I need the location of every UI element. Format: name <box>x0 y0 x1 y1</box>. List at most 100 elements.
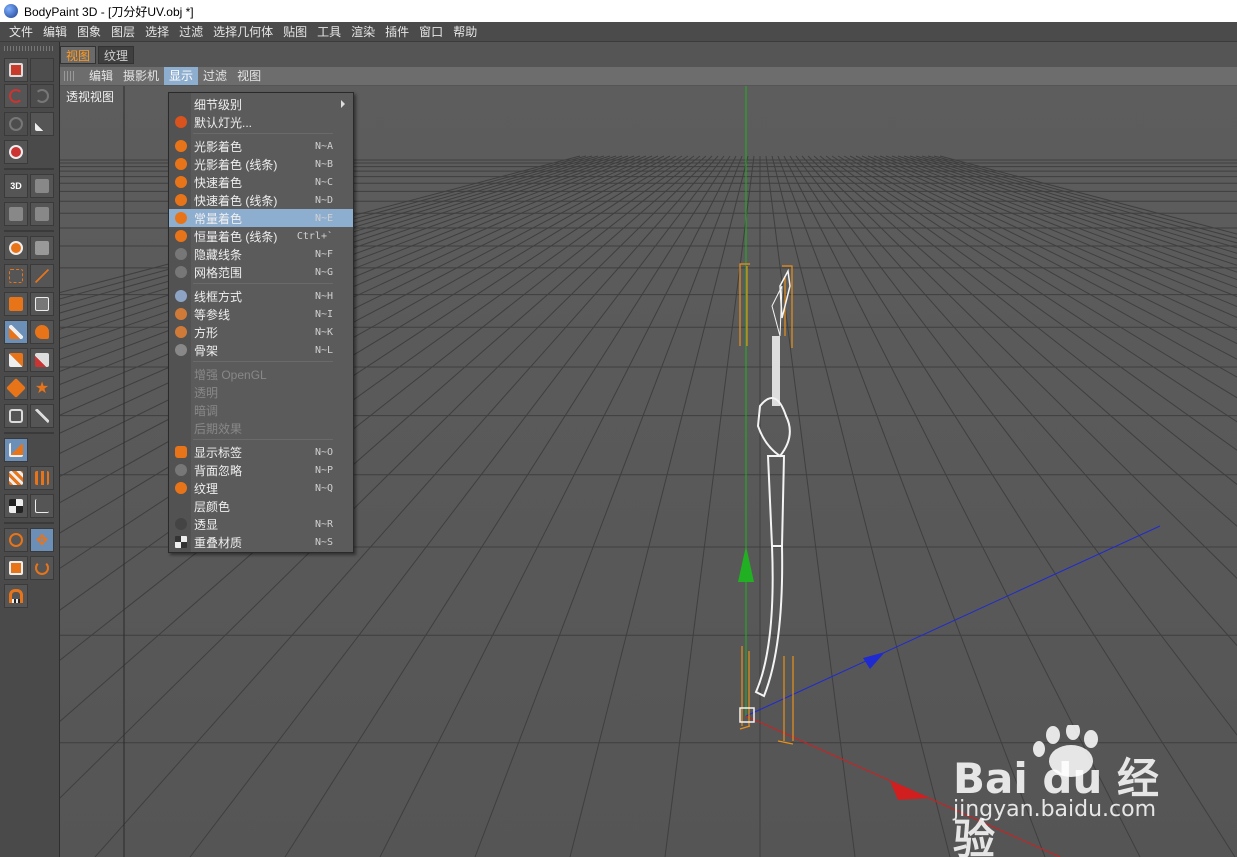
menu-item-shortcut: N~H <box>314 290 333 302</box>
zoom-icon[interactable] <box>4 236 28 260</box>
quick-lines-icon <box>175 194 187 206</box>
star-icon[interactable]: ★ <box>30 376 54 400</box>
move-tool-icon[interactable]: ✥ <box>30 528 54 552</box>
sharpen-icon[interactable] <box>30 404 54 428</box>
viewport-menubar-grip[interactable] <box>64 71 76 81</box>
viewport-menu-filter[interactable]: 过滤 <box>198 67 232 85</box>
layer-icon[interactable] <box>4 58 28 82</box>
menu-file[interactable]: 文件 <box>4 22 38 42</box>
menu-image[interactable]: 图象 <box>72 22 106 42</box>
texture-view-icon[interactable] <box>30 236 54 260</box>
main-menubar: 文件 编辑 图象 图层 选择 过滤 选择几何体 贴图 工具 渲染 插件 窗口 帮… <box>0 22 1237 42</box>
menu-separator <box>193 133 333 134</box>
wireframe-icon <box>175 290 187 302</box>
paint-brush-icon[interactable] <box>4 320 28 344</box>
display-menu-item[interactable]: 线框方式 N~H <box>169 287 353 305</box>
menu-select-geometry[interactable]: 选择几何体 <box>208 22 278 42</box>
display-menu-item[interactable]: 默认灯光... <box>169 113 353 131</box>
fill-bucket-icon[interactable] <box>4 376 28 400</box>
eye-icon <box>175 446 187 458</box>
viewport-menu-view[interactable]: 视图 <box>232 67 266 85</box>
display-menu-item[interactable]: 常量着色 N~E <box>169 209 353 227</box>
live-select-icon[interactable] <box>4 528 28 552</box>
menu-item-label: 快速着色 (线条) <box>194 193 278 208</box>
display-menu-item[interactable]: 隐藏线条 N~F <box>169 245 353 263</box>
menu-item-shortcut: N~C <box>314 176 333 188</box>
uv-polygon-icon[interactable] <box>4 466 28 490</box>
display-menu-item[interactable]: 方形 N~K <box>169 323 353 341</box>
projection-alt-icon[interactable] <box>30 202 54 226</box>
scale-tool-icon[interactable] <box>4 556 28 580</box>
uv-mode-icon[interactable] <box>4 438 28 462</box>
display-menu-item[interactable]: 光影着色 (线条) N~B <box>169 155 353 173</box>
menu-edit[interactable]: 编辑 <box>38 22 72 42</box>
display-menu-item[interactable]: 快速着色 (线条) N~D <box>169 191 353 209</box>
transform-icon[interactable] <box>4 112 28 136</box>
rotate-tool-icon[interactable] <box>30 556 54 580</box>
menu-help[interactable]: 帮助 <box>448 22 482 42</box>
display-menu-item[interactable]: 骨架 N~L <box>169 341 353 359</box>
menu-layer[interactable]: 图层 <box>106 22 140 42</box>
menu-select[interactable]: 选择 <box>140 22 174 42</box>
uv-edges-icon[interactable] <box>30 494 54 518</box>
menu-item-label: 显示标签 <box>194 445 243 460</box>
toolbar-empty-slot <box>30 58 54 82</box>
menu-item-shortcut: N~I <box>314 308 333 320</box>
menu-tools[interactable]: 工具 <box>312 22 346 42</box>
checker-icon[interactable] <box>4 494 28 518</box>
undo-icon[interactable] <box>4 84 28 108</box>
clone-icon[interactable] <box>4 404 28 428</box>
display-menu-item[interactable]: 透显 N~R <box>169 515 353 533</box>
menu-item-shortcut: N~B <box>314 158 333 170</box>
menu-texture[interactable]: 贴图 <box>278 22 312 42</box>
menu-render[interactable]: 渲染 <box>346 22 380 42</box>
menu-plugins[interactable]: 插件 <box>380 22 414 42</box>
smudge-icon[interactable] <box>30 320 54 344</box>
projection-icon[interactable] <box>4 202 28 226</box>
menu-filter[interactable]: 过滤 <box>174 22 208 42</box>
menu-item-shortcut: N~O <box>314 446 333 458</box>
3d-paint-icon[interactable]: 3D <box>4 174 28 198</box>
display-menu-item[interactable]: 重叠材质 N~S <box>169 533 353 551</box>
menu-separator <box>193 361 333 362</box>
display-menu-item[interactable]: 恒量着色 (线条) Ctrl+` <box>169 227 353 245</box>
menu-item-label: 隐藏线条 <box>194 247 243 262</box>
polygon-icon[interactable] <box>30 292 54 316</box>
color-picker-icon[interactable] <box>30 348 54 372</box>
menu-window[interactable]: 窗口 <box>414 22 448 42</box>
move-icon[interactable] <box>4 292 28 316</box>
menu-item-label: 骨架 <box>194 343 219 358</box>
display-menu-item[interactable]: 细节级别 <box>169 95 353 113</box>
menu-item-label: 后期效果 <box>194 421 243 436</box>
submenu-arrow-icon <box>341 100 345 108</box>
quick-shading-icon <box>175 176 187 188</box>
display-menu-item[interactable]: 背面忽略 N~P <box>169 461 353 479</box>
toolbar-separator <box>4 432 54 434</box>
viewport-menu-camera[interactable]: 摄影机 <box>118 67 164 85</box>
redo-icon[interactable] <box>30 84 54 108</box>
rect-select-icon[interactable] <box>4 264 28 288</box>
tab-view[interactable]: 视图 <box>60 46 97 64</box>
display-menu-item[interactable]: 快速着色 N~C <box>169 173 353 191</box>
display-menu-item[interactable]: 显示标签 N~O <box>169 443 353 461</box>
sphere-icon[interactable] <box>4 140 28 164</box>
tab-texture[interactable]: 纹理 <box>98 46 135 64</box>
display-menu-item: 透明 <box>169 383 353 401</box>
wand-select-icon[interactable] <box>30 264 54 288</box>
menu-item-shortcut: N~E <box>314 212 333 224</box>
viewport-menu-display[interactable]: 显示 <box>164 67 199 85</box>
uv-points-icon[interactable] <box>30 466 54 490</box>
brush-mode-icon[interactable] <box>30 174 54 198</box>
viewport-menu-edit[interactable]: 编辑 <box>84 67 118 85</box>
display-menu-item[interactable]: 网格范围 N~G <box>169 263 353 281</box>
magic-icon[interactable] <box>30 112 54 136</box>
eraser-icon[interactable] <box>4 348 28 372</box>
toolbar-grip[interactable] <box>4 46 54 51</box>
display-menu-item[interactable]: 等参线 N~I <box>169 305 353 323</box>
display-menu-item[interactable]: 层颜色 <box>169 497 353 515</box>
display-menu-item[interactable]: 纹理 N~Q <box>169 479 353 497</box>
magnet-icon[interactable] <box>4 584 28 608</box>
display-menu-item: 暗调 <box>169 401 353 419</box>
menu-separator <box>193 439 333 440</box>
display-menu-item[interactable]: 光影着色 N~A <box>169 137 353 155</box>
